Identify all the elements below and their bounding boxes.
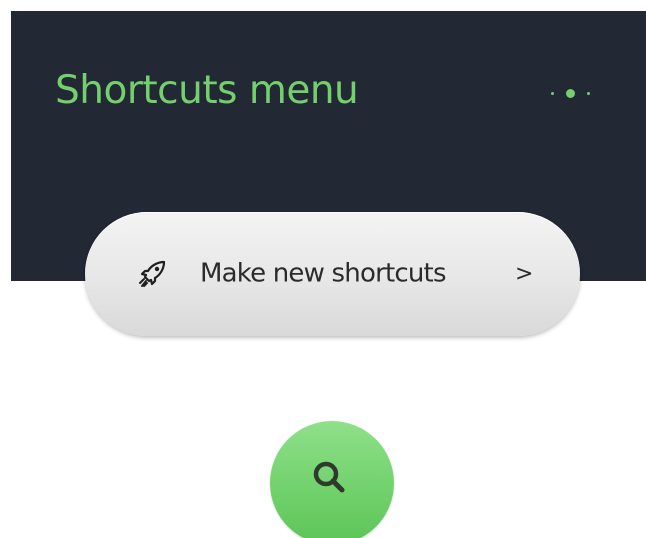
page-indicator xyxy=(551,89,590,98)
app-screen: Shortcuts menu Make new shortcuts > xyxy=(0,0,646,538)
page-title: Shortcuts menu xyxy=(55,68,359,113)
chevron-right-icon: > xyxy=(515,261,534,287)
search-button[interactable] xyxy=(270,421,394,538)
make-new-shortcuts-button[interactable]: Make new shortcuts > xyxy=(85,212,580,336)
page-dot-2-active[interactable] xyxy=(566,89,575,98)
rocket-icon xyxy=(139,260,166,287)
page-dot-1[interactable] xyxy=(551,92,554,95)
search-icon xyxy=(313,461,345,493)
page-dot-3[interactable] xyxy=(587,92,590,95)
make-new-shortcuts-label: Make new shortcuts xyxy=(200,258,447,289)
